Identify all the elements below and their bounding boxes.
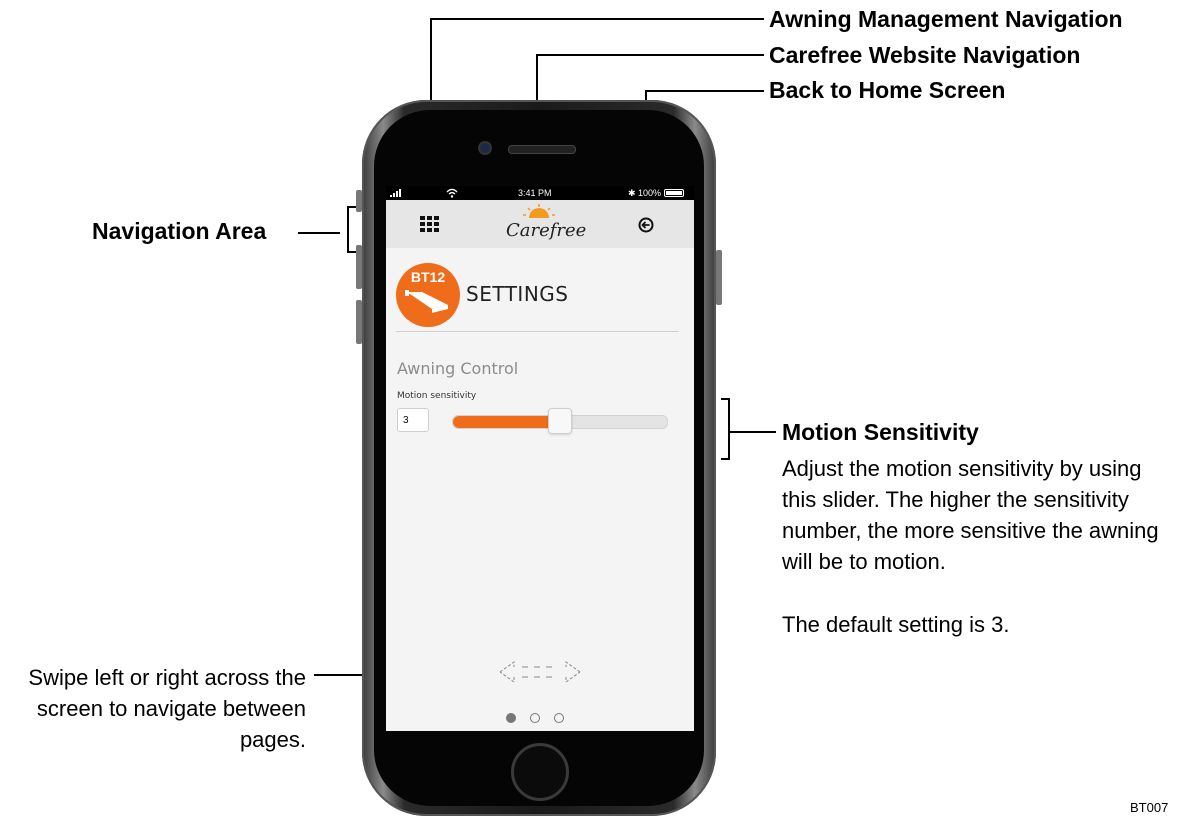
battery-icon xyxy=(664,189,684,197)
home-button[interactable] xyxy=(511,743,569,801)
callout-carefree-website: Carefree Website Navigation xyxy=(769,42,1081,68)
phone-volume-up xyxy=(356,245,362,289)
callout-motion-title: Motion Sensitivity xyxy=(782,419,979,445)
page-dot[interactable] xyxy=(554,713,564,723)
slider-fill xyxy=(453,416,560,428)
signal-icon xyxy=(390,189,401,197)
leader-motion-h xyxy=(730,431,776,433)
bracket-motion-v xyxy=(728,398,730,460)
slider-thumb[interactable] xyxy=(548,408,572,434)
page-dot[interactable] xyxy=(530,713,540,723)
title-divider xyxy=(396,331,679,332)
battery-percent: 100% xyxy=(638,188,662,198)
callout-swipe-hint: Swipe left or right across the screen to… xyxy=(28,665,306,752)
callout-navigation-area: Navigation Area xyxy=(92,218,267,244)
phone-power-button xyxy=(716,250,722,305)
grid-icon[interactable] xyxy=(420,216,440,232)
page-dot[interactable] xyxy=(506,713,516,723)
bracket-motion-bottom xyxy=(721,458,730,460)
leader-back-h xyxy=(645,90,764,92)
awning-icon xyxy=(405,290,448,313)
swipe-arrows-icon xyxy=(499,661,581,683)
back-arrow-icon[interactable] xyxy=(638,217,654,233)
earpiece-speaker xyxy=(508,145,576,154)
wifi-icon xyxy=(446,188,458,198)
bt12-badge: BT12 xyxy=(396,263,460,327)
callout-awning-management: Awning Management Navigation xyxy=(769,6,1123,32)
slider-label: Motion sensitivity xyxy=(397,391,477,401)
leader-nav-h xyxy=(298,232,340,234)
sensitivity-value-field[interactable]: 3 xyxy=(397,408,429,432)
front-camera xyxy=(478,141,492,155)
callout-back-home: Back to Home Screen xyxy=(769,77,1006,103)
bracket-motion-top xyxy=(721,398,730,400)
page-title: SETTINGS xyxy=(466,282,569,306)
page-indicator[interactable] xyxy=(506,713,576,727)
logo-text: Carefree xyxy=(506,220,587,241)
leader-awning-h xyxy=(430,18,764,20)
status-time: 3:41 PM xyxy=(518,188,552,198)
sun-icon xyxy=(523,204,555,218)
callout-motion-desc: Adjust the motion sensitivity by using t… xyxy=(782,456,1159,574)
callout-motion-default: The default setting is 3. xyxy=(782,612,1010,637)
leader-carefree-h xyxy=(536,54,764,56)
status-bar: 3:41 PM ✱ 100% xyxy=(386,186,694,200)
navigation-area: Carefree xyxy=(386,200,694,248)
bracket-nav-v xyxy=(347,206,349,253)
bluetooth-icon: ✱ xyxy=(628,188,636,198)
phone-screen: 3:41 PM ✱ 100% Carefree BT12 SETTINGS Aw… xyxy=(386,186,694,731)
carefree-logo[interactable]: Carefree xyxy=(498,204,586,246)
figure-code: BT007 xyxy=(1130,800,1169,815)
badge-label: BT12 xyxy=(410,269,446,285)
phone-volume-down xyxy=(356,300,362,344)
section-title: Awning Control xyxy=(397,359,519,378)
phone-mute-switch xyxy=(356,190,362,212)
